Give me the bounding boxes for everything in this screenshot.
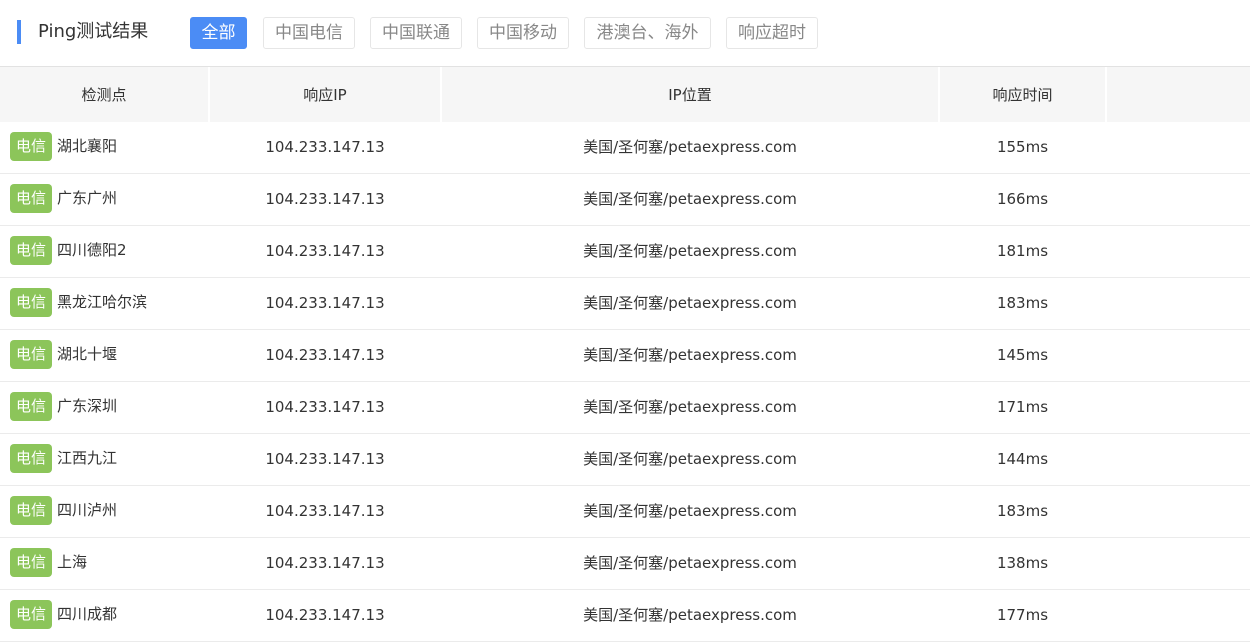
table-row: 电信 广东广州 104.233.147.13 美国/圣何塞/petaexpress.c… bbox=[0, 174, 1250, 226]
tab-china-telecom[interactable]: 中国电信 bbox=[263, 17, 355, 49]
cell-location: 美国/圣何塞/petaexpress.com bbox=[583, 346, 797, 364]
cell-location: 美国/圣何塞/petaexpress.com bbox=[583, 554, 797, 572]
tab-timeout[interactable]: 响应超时 bbox=[726, 17, 818, 49]
point-name: 四川泸州 bbox=[57, 500, 118, 519]
cell-ip: 104.233.147.13 bbox=[265, 190, 385, 208]
cell-ip: 104.233.147.13 bbox=[265, 294, 385, 312]
ping-results-table: 检测点 响应IP IP位置 响应时间 电信 湖北襄阳 104.233.147.13 美… bbox=[0, 66, 1250, 642]
cell-ip: 104.233.147.13 bbox=[265, 346, 385, 364]
tab-china-mobile[interactable]: 中国移动 bbox=[477, 17, 569, 49]
results-header: Ping测试结果 全部 中国电信 中国联通 中国移动 港澳台、海外 响应超时 bbox=[0, 0, 1250, 66]
column-header-point[interactable]: 检测点 bbox=[0, 67, 208, 122]
cell-point: 电信 湖北襄阳 bbox=[10, 122, 117, 173]
isp-badge: 电信 bbox=[10, 443, 52, 473]
isp-badge: 电信 bbox=[10, 235, 52, 265]
point-name: 黑龙江哈尔滨 bbox=[57, 292, 148, 311]
title-accent-bar bbox=[17, 20, 21, 44]
cell-ip: 104.233.147.13 bbox=[265, 502, 385, 520]
table-row: 电信 湖北十堰 104.233.147.13 美国/圣何塞/petaexpress.c… bbox=[0, 330, 1250, 382]
cell-ip: 104.233.147.13 bbox=[265, 138, 385, 156]
cell-response-time: 177ms bbox=[996, 606, 1049, 624]
cell-point: 电信 四川德阳2 bbox=[10, 226, 127, 277]
isp-badge: 电信 bbox=[10, 547, 52, 577]
tab-china-unicom[interactable]: 中国联通 bbox=[370, 17, 462, 49]
column-header-location[interactable]: IP位置 bbox=[442, 67, 938, 122]
point-name: 四川德阳2 bbox=[57, 240, 127, 259]
table-row: 电信 上海 104.233.147.13 美国/圣何塞/petaexpress.com… bbox=[0, 538, 1250, 590]
cell-location: 美国/圣何塞/petaexpress.com bbox=[583, 502, 797, 520]
isp-badge: 电信 bbox=[10, 339, 52, 369]
cell-response-time: 145ms bbox=[996, 346, 1049, 364]
cell-location: 美国/圣何塞/petaexpress.com bbox=[583, 294, 797, 312]
cell-point: 电信 湖北十堰 bbox=[10, 330, 117, 381]
point-name: 上海 bbox=[57, 552, 88, 571]
point-name: 湖北襄阳 bbox=[57, 136, 118, 155]
table-row: 电信 四川泸州 104.233.147.13 美国/圣何塞/petaexpress.c… bbox=[0, 486, 1250, 538]
table-row: 电信 黑龙江哈尔滨 104.233.147.13 美国/圣何塞/petaexpress… bbox=[0, 278, 1250, 330]
cell-point: 电信 江西九江 bbox=[10, 434, 117, 485]
point-name: 广东深圳 bbox=[57, 396, 118, 415]
table-row: 电信 湖北襄阳 104.233.147.13 美国/圣何塞/petaexpress.c… bbox=[0, 122, 1250, 174]
cell-response-time: 155ms bbox=[996, 138, 1049, 156]
point-name: 广东广州 bbox=[57, 188, 118, 207]
isp-badge: 电信 bbox=[10, 391, 52, 421]
page-title: Ping测试结果 bbox=[38, 21, 149, 42]
point-name: 湖北十堰 bbox=[57, 344, 118, 363]
cell-ip: 104.233.147.13 bbox=[265, 554, 385, 572]
cell-point: 电信 黑龙江哈尔滨 bbox=[10, 278, 147, 329]
cell-location: 美国/圣何塞/petaexpress.com bbox=[583, 450, 797, 468]
cell-ip: 104.233.147.13 bbox=[265, 242, 385, 260]
cell-location: 美国/圣何塞/petaexpress.com bbox=[583, 190, 797, 208]
cell-response-time: 171ms bbox=[996, 398, 1049, 416]
table-row: 电信 四川德阳2 104.233.147.13 美国/圣何塞/petaexpress.… bbox=[0, 226, 1250, 278]
cell-point: 电信 广东深圳 bbox=[10, 382, 117, 433]
isp-badge: 电信 bbox=[10, 131, 52, 161]
column-header-time[interactable]: 响应时间 bbox=[940, 67, 1105, 122]
isp-badge: 电信 bbox=[10, 183, 52, 213]
tab-all[interactable]: 全部 bbox=[190, 17, 247, 49]
cell-location: 美国/圣何塞/petaexpress.com bbox=[583, 398, 797, 416]
cell-location: 美国/圣何塞/petaexpress.com bbox=[583, 138, 797, 156]
table-body: 电信 湖北襄阳 104.233.147.13 美国/圣何塞/petaexpress.c… bbox=[0, 122, 1250, 642]
isp-badge: 电信 bbox=[10, 495, 52, 525]
table-row: 电信 四川成都 104.233.147.13 美国/圣何塞/petaexpress.c… bbox=[0, 590, 1250, 642]
cell-point: 电信 上海 bbox=[10, 538, 87, 589]
isp-badge: 电信 bbox=[10, 599, 52, 629]
cell-ip: 104.233.147.13 bbox=[265, 450, 385, 468]
point-name: 江西九江 bbox=[57, 448, 118, 467]
cell-point: 电信 四川泸州 bbox=[10, 486, 117, 537]
point-name: 四川成都 bbox=[57, 604, 118, 623]
tab-hk-macao-taiwan-overseas[interactable]: 港澳台、海外 bbox=[584, 17, 711, 49]
cell-response-time: 181ms bbox=[996, 242, 1049, 260]
cell-location: 美国/圣何塞/petaexpress.com bbox=[583, 242, 797, 260]
cell-point: 电信 四川成都 bbox=[10, 590, 117, 641]
table-row: 电信 广东深圳 104.233.147.13 美国/圣何塞/petaexpress.c… bbox=[0, 382, 1250, 434]
cell-response-time: 183ms bbox=[996, 502, 1049, 520]
cell-response-time: 138ms bbox=[996, 554, 1049, 572]
table-header: 检测点 响应IP IP位置 响应时间 bbox=[0, 66, 1250, 122]
cell-point: 电信 广东广州 bbox=[10, 174, 117, 225]
cell-response-time: 183ms bbox=[996, 294, 1049, 312]
column-header-empty bbox=[1107, 67, 1250, 122]
cell-location: 美国/圣何塞/petaexpress.com bbox=[583, 606, 797, 624]
cell-ip: 104.233.147.13 bbox=[265, 606, 385, 624]
isp-badge: 电信 bbox=[10, 287, 52, 317]
column-header-ip[interactable]: 响应IP bbox=[210, 67, 440, 122]
cell-response-time: 166ms bbox=[996, 190, 1049, 208]
table-row: 电信 江西九江 104.233.147.13 美国/圣何塞/petaexpress.c… bbox=[0, 434, 1250, 486]
cell-ip: 104.233.147.13 bbox=[265, 398, 385, 416]
cell-response-time: 144ms bbox=[996, 450, 1049, 468]
